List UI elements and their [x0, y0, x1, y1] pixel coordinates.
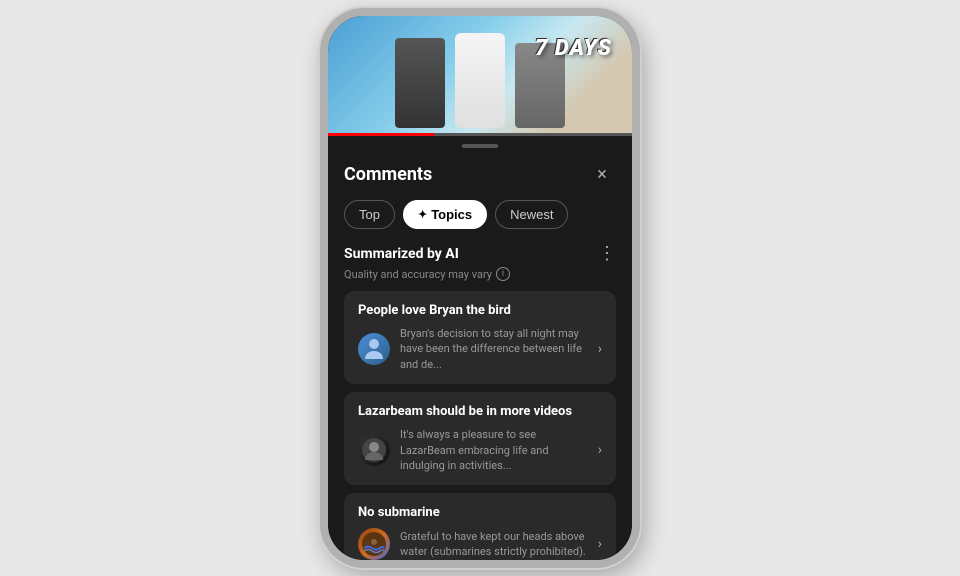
video-title: 7 DAYS [535, 36, 612, 61]
more-options-button[interactable]: ⋮ [598, 245, 616, 263]
video-section: 7 DAYS [328, 16, 632, 136]
tab-newest-label: Newest [510, 207, 553, 222]
ai-summary-section: Summarized by AI ⋮ Quality and accuracy … [328, 245, 632, 560]
chevron-right-icon-3: › [598, 536, 602, 552]
topic-avatar-lazarbeam [358, 434, 390, 466]
tab-top[interactable]: Top [344, 200, 395, 229]
topic-card-bryan-title: People love Bryan the bird [358, 303, 602, 318]
avatar-bryan-initial [358, 333, 390, 365]
avatar-lazar-image [358, 434, 390, 466]
video-progress-fill [328, 133, 434, 136]
topic-preview-lazarbeam: It's always a pleasure to see LazarBeam … [400, 427, 588, 473]
video-progress-bar [328, 133, 632, 136]
comments-title: Comments [344, 164, 432, 185]
drag-handle-bar [462, 144, 498, 148]
comments-panel: Comments × Top ✦ Topics Newest Summarize… [328, 152, 632, 560]
topic-preview-bryan: Bryan's decision to stay all night may h… [400, 326, 588, 372]
avatar-sub-image [358, 528, 390, 560]
topic-avatar-bryan [358, 333, 390, 365]
topics-star-icon: ✦ [418, 208, 427, 221]
video-background [328, 16, 632, 136]
ai-summary-title: Summarized by AI [344, 246, 459, 262]
topic-card-submarine-title: No submarine [358, 505, 602, 520]
tab-topics-label: Topics [431, 207, 472, 222]
topic-avatar-submarine [358, 528, 390, 560]
tab-newest[interactable]: Newest [495, 200, 568, 229]
chevron-right-icon-2: › [598, 442, 602, 458]
tab-topics[interactable]: ✦ Topics [403, 200, 487, 229]
chevron-right-icon: › [598, 341, 602, 357]
tab-top-label: Top [359, 207, 380, 222]
topic-card-submarine[interactable]: No submarine Grate [344, 493, 616, 560]
topic-card-bryan[interactable]: People love Bryan the bird Bryan's decis… [344, 291, 616, 384]
tabs-row: Top ✦ Topics Newest [328, 200, 632, 245]
topic-card-lazarbeam-title: Lazarbeam should be in more videos [358, 404, 602, 419]
topic-card-lazarbeam[interactable]: Lazarbeam should be in more videos It's … [344, 392, 616, 485]
comments-header: Comments × [328, 152, 632, 200]
info-icon[interactable]: i [496, 267, 510, 281]
drag-handle[interactable] [328, 136, 632, 152]
topic-card-bryan-body: Bryan's decision to stay all night may h… [358, 326, 602, 372]
close-button[interactable]: × [588, 160, 616, 188]
phone-frame: 7 DAYS Comments × Top ✦ Topics Newest [320, 8, 640, 568]
ai-subtitle-text: Quality and accuracy may vary [344, 268, 492, 281]
topic-card-submarine-body: Grateful to have kept our heads above wa… [358, 528, 602, 560]
topic-card-lazarbeam-body: It's always a pleasure to see LazarBeam … [358, 427, 602, 473]
ai-summary-subtitle: Quality and accuracy may vary i [344, 267, 616, 281]
topic-preview-submarine: Grateful to have kept our heads above wa… [400, 529, 588, 560]
ai-summary-header: Summarized by AI ⋮ [344, 245, 616, 263]
